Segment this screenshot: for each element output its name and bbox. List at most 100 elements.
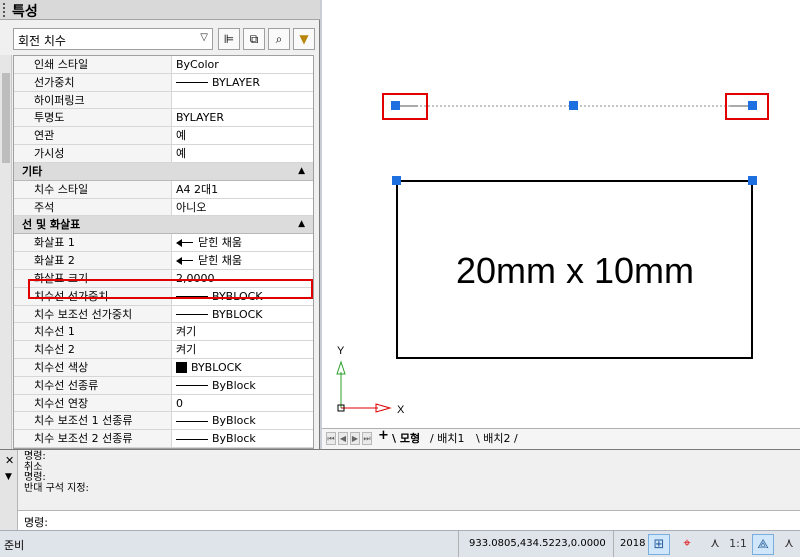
tab-model[interactable]: \ 모형	[392, 430, 420, 446]
section-header-misc[interactable]: 기타 ▲	[14, 162, 313, 181]
property-row[interactable]: 주석 아니오	[14, 198, 313, 217]
property-row[interactable]: 치수선 선종류 ByBlock	[14, 376, 313, 395]
property-row[interactable]: 하이퍼링크	[14, 91, 313, 110]
property-row[interactable]: 가시성 예	[14, 144, 313, 163]
property-value[interactable]	[173, 92, 313, 109]
palette-title-bar[interactable]: 특성	[0, 0, 320, 20]
property-value-text: ByBlock	[212, 414, 256, 428]
grid-icon: ⊞	[653, 537, 665, 552]
coordinate-readout[interactable]: 933.0805,434.5223,0.0000	[458, 531, 614, 557]
property-row[interactable]: 선가중치 BYLAYER	[14, 73, 313, 92]
property-value[interactable]: 켜기	[173, 323, 313, 340]
command-input[interactable]: 명령:	[18, 510, 800, 530]
property-row[interactable]: 화살표 2 닫힌 채움	[14, 252, 313, 270]
collapse-icon[interactable]: ▲	[298, 216, 305, 233]
quick-select-button[interactable]: ⌕	[268, 28, 290, 50]
last-tab-button[interactable]: ⏭	[362, 432, 372, 445]
dimension-grip-mid[interactable]	[569, 101, 578, 110]
property-row[interactable]: 연관 예	[14, 127, 313, 145]
object-type-select[interactable]: 회전 치수 ▽	[13, 28, 213, 50]
isodraft-button[interactable]: ⋏	[704, 534, 726, 555]
close-icon[interactable]: ✕	[5, 454, 14, 467]
property-value[interactable]: BYBLOCK	[173, 306, 313, 323]
property-value[interactable]: 닫힌 채움	[173, 252, 313, 269]
property-row[interactable]: 치수선 2 켜기	[14, 341, 313, 359]
tab-layout2-label: 배치2	[483, 432, 511, 445]
property-value[interactable]: 아니오	[173, 199, 313, 216]
property-row[interactable]: 치수선 연장 0	[14, 394, 313, 413]
status-bar: 준비 933.0805,434.5223,0.0000 2018 ⊞ ⌖ ⋏ 1…	[0, 530, 800, 557]
closed-filled-arrow-icon	[176, 257, 194, 266]
property-row[interactable]: 치수 스타일 A4 2대1	[14, 180, 313, 199]
lineweight-icon	[176, 82, 208, 84]
rect-grip-top-right[interactable]	[748, 176, 757, 185]
dimension-grip-left[interactable]	[391, 101, 400, 110]
history-line: 명령:	[24, 472, 46, 483]
drawing-canvas[interactable]: 20mm x 10mm Y X	[322, 0, 800, 428]
isometric-icon: ⋏	[710, 536, 720, 551]
property-key: 주석	[14, 198, 172, 216]
property-value-text: BYBLOCK	[212, 307, 263, 321]
next-tab-button[interactable]: ▶	[350, 432, 360, 445]
property-value[interactable]: A4 2대1	[173, 181, 313, 198]
status-version: 2018	[620, 538, 646, 549]
property-row[interactable]: 치수선 선가중치 BYBLOCK	[14, 287, 313, 306]
property-row[interactable]: 화살표 크기 2,0000	[14, 269, 313, 288]
property-value[interactable]: 닫힌 채움	[173, 234, 313, 251]
palette-title: 특성	[12, 4, 38, 20]
property-value[interactable]: ByBlock	[173, 377, 313, 394]
annotation-scale-button[interactable]: 1:1	[728, 534, 748, 555]
property-key: 화살표 2	[14, 252, 172, 269]
property-value[interactable]: BYLAYER	[173, 109, 313, 126]
property-value[interactable]: ByBlock	[173, 430, 313, 447]
command-side-bar: ✕ ▼	[0, 450, 18, 531]
scrollbar-thumb[interactable]	[2, 73, 10, 163]
command-history: 명령: 취소 명령: 반대 구석 지정:	[24, 451, 89, 494]
property-row[interactable]: 치수선 1 켜기	[14, 323, 313, 342]
select-objects-button[interactable]: ⧉	[243, 28, 265, 50]
prev-tab-button[interactable]: ◀	[338, 432, 348, 445]
palette-grip-handle[interactable]	[3, 3, 7, 17]
property-value[interactable]: 2,0000	[173, 270, 313, 287]
property-value[interactable]: 켜기	[173, 341, 313, 358]
annotation-visibility-button[interactable]: ⟁	[752, 534, 774, 555]
drawing-svg: 20mm x 10mm Y X	[336, 93, 769, 416]
auto-scale-button[interactable]: ⋏	[778, 534, 800, 555]
property-value[interactable]: BYLAYER	[173, 74, 313, 91]
property-value[interactable]: BYBLOCK	[173, 288, 313, 305]
filter-button[interactable]: ▼	[293, 28, 315, 50]
rect-grip-top-left[interactable]	[392, 176, 401, 185]
property-value[interactable]: ByBlock	[173, 412, 313, 429]
property-row[interactable]: 치수 보조선 2 선종류 ByBlock	[14, 430, 313, 448]
property-row[interactable]: 화살표 1 닫힌 채움	[14, 234, 313, 253]
collapse-icon[interactable]: ▲	[298, 163, 305, 180]
first-tab-button[interactable]: ⏮	[326, 432, 336, 445]
section-header-lines-arrows[interactable]: 선 및 화살표 ▲	[14, 216, 313, 235]
property-row[interactable]: 치수 보조선 1 선종류 ByBlock	[14, 412, 313, 431]
property-key: 치수선 1	[14, 323, 172, 341]
property-row[interactable]: 치수 보조선 선가중치 BYBLOCK	[14, 305, 313, 324]
tab-layout2[interactable]: \ 배치2 /	[476, 430, 518, 446]
tab-layout1[interactable]: / 배치1	[430, 430, 464, 446]
property-value[interactable]: ByColor	[173, 56, 313, 73]
grid-snap-button[interactable]: ⊞	[648, 534, 670, 555]
lineweight-icon	[176, 438, 208, 440]
palette-scrollbar[interactable]	[0, 55, 12, 449]
ortho-button[interactable]: ⌖	[676, 534, 698, 555]
add-layout-button[interactable]: +	[378, 428, 389, 443]
options-arrow-icon[interactable]: ▼	[5, 472, 12, 482]
property-row[interactable]: 인쇄 스타일 ByColor	[14, 56, 313, 74]
object-selector-row: 회전 치수 ▽ ⊫ ⧉ ⌕ ▼	[0, 24, 320, 54]
property-value[interactable]: 예	[173, 127, 313, 144]
property-value[interactable]: BYBLOCK	[173, 359, 313, 376]
property-value[interactable]: 0	[173, 395, 313, 412]
property-grid: 인쇄 스타일 ByColor 선가중치 BYLAYER 하이퍼링크 투명도 BYLAYER 연…	[13, 55, 314, 449]
properties-palette: 특성 회전 치수 ▽ ⊫ ⧉ ⌕ ▼ 인쇄 스타일 ByColor 선가중치 BYLA…	[0, 0, 320, 449]
property-row[interactable]: 투명도 BYLAYER	[14, 109, 313, 128]
toggle-pickadd-button[interactable]: ⊫	[218, 28, 240, 50]
property-value-text: 켜기	[176, 325, 197, 339]
property-row[interactable]: 치수선 색상 BYBLOCK	[14, 358, 313, 377]
dimension-grip-right[interactable]	[748, 101, 757, 110]
property-value[interactable]: 예	[173, 145, 313, 162]
color-swatch-icon	[176, 362, 187, 374]
